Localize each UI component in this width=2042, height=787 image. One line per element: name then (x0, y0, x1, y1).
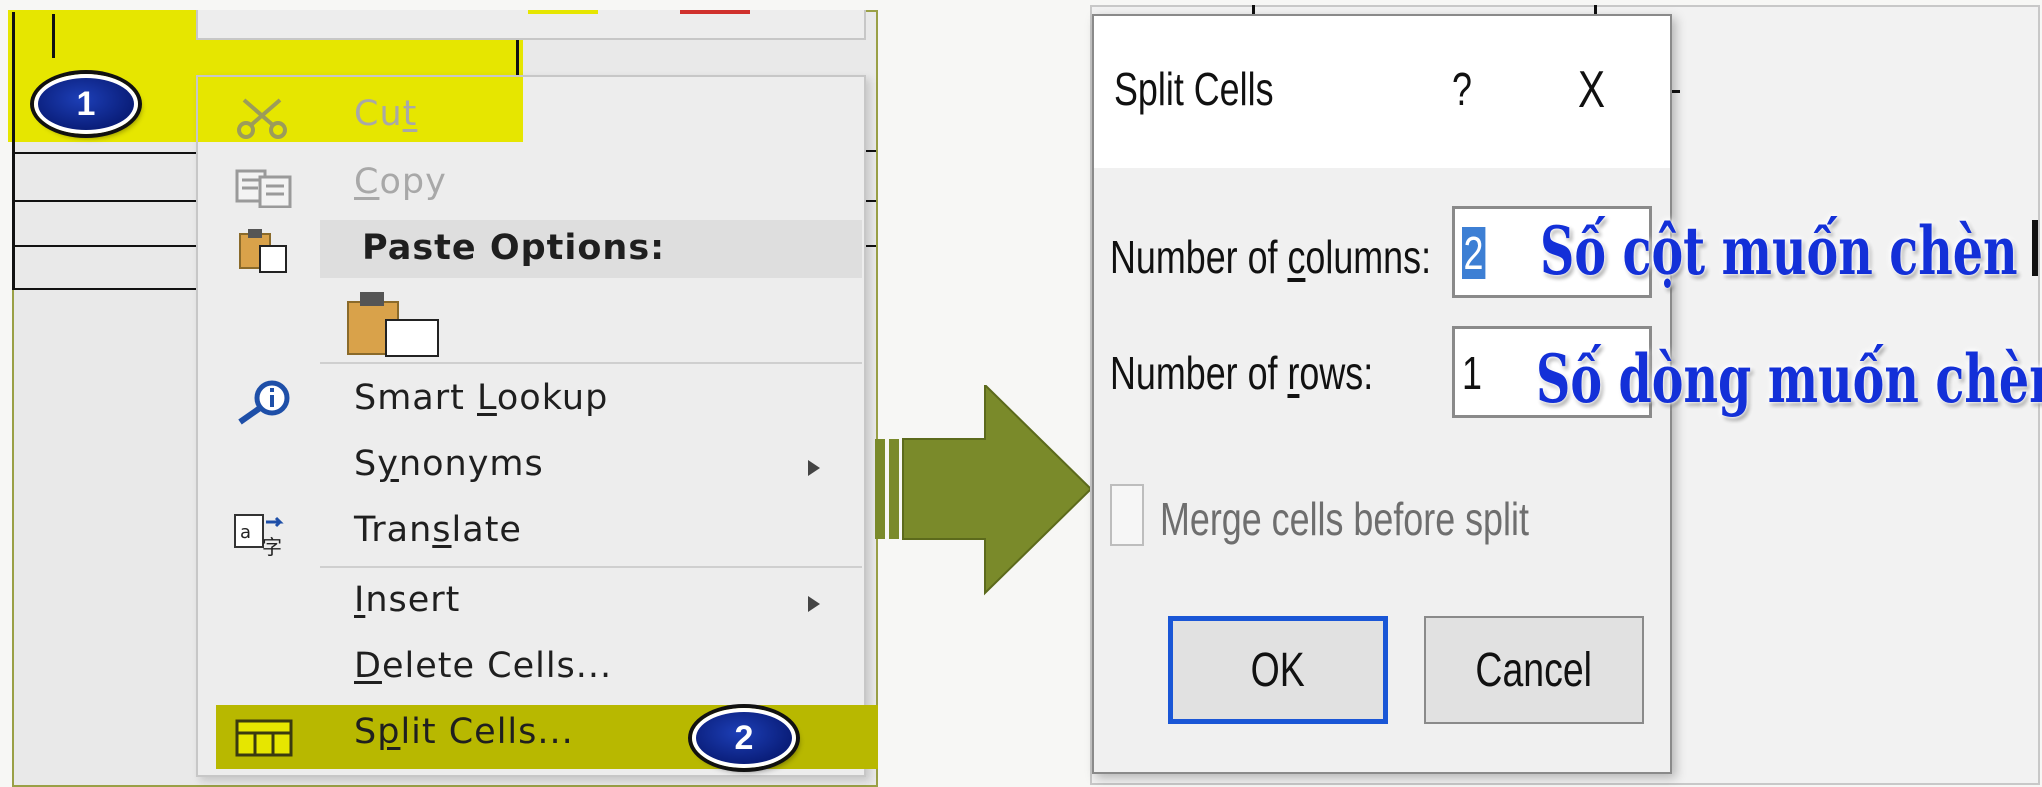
menu-item-label: Translate (354, 510, 522, 550)
menu-item-label: Copy (354, 162, 447, 202)
ribbon-edge (196, 10, 866, 40)
menu-item-label: Paste Options: (362, 228, 666, 268)
columns-value[interactable]: 2 (1462, 226, 1486, 280)
split-cells-icon (235, 719, 293, 757)
menu-item-synonyms[interactable]: Synonyms (230, 440, 860, 496)
table-row-line (12, 245, 200, 247)
menu-separator (320, 566, 862, 568)
annotation-rows: Số dòng muốn chèn (1536, 340, 2042, 418)
text-cursor (52, 14, 55, 58)
table-row-line (12, 288, 200, 290)
submenu-arrow-icon (808, 460, 820, 476)
menu-item-copy[interactable]: Copy (230, 160, 860, 212)
menu-item-cut[interactable]: Cut (230, 92, 860, 144)
smart-lookup-icon (238, 380, 290, 425)
annotation-columns: Số cột muốn chèn (1540, 212, 2018, 290)
menu-item-paste-options: Paste Options: (230, 222, 860, 278)
menu-item-label: Split Cells... (354, 712, 574, 752)
menu-item-label: Delete Cells... (354, 646, 613, 686)
ok-button-label: OK (1250, 643, 1306, 697)
menu-item-label: Synonyms (354, 444, 544, 484)
menu-item-smart-lookup[interactable]: Smart Lookup (230, 374, 860, 430)
copy-icon (235, 169, 292, 208)
close-button[interactable]: X (1578, 60, 1605, 120)
merge-cells-checkbox[interactable] (1110, 484, 1144, 546)
merge-cells-label: Merge cells before split (1160, 493, 1529, 545)
menu-item-translate[interactable]: a 字 Translate (230, 506, 860, 562)
submenu-arrow-icon (808, 596, 820, 612)
right-arrow-icon (875, 385, 1093, 596)
step-badge-1: 1 (34, 74, 138, 134)
dialog-title: Split Cells (1114, 63, 1274, 115)
step-badge-2: 2 (692, 708, 796, 768)
ribbon-mark-yellow (528, 10, 598, 14)
menu-item-insert[interactable]: Insert (230, 576, 860, 632)
table-row-line (12, 152, 200, 154)
table-border-left (12, 12, 15, 290)
menu-item-delete-cells[interactable]: Delete Cells... (230, 642, 860, 698)
cancel-button[interactable]: Cancel (1424, 616, 1644, 724)
rows-label: Number of rows: (1110, 347, 1374, 399)
menu-separator (320, 362, 862, 364)
columns-label: Number of columns: (1110, 231, 1432, 283)
paste-keep-icon[interactable] (346, 288, 442, 358)
paste-icon (239, 229, 287, 273)
translate-icon: a 字 (234, 514, 284, 558)
cancel-button-label: Cancel (1475, 643, 1593, 697)
ok-button[interactable]: OK (1168, 616, 1388, 724)
rows-value[interactable]: 1 (1462, 346, 1482, 400)
menu-item-label: Cut (354, 94, 418, 134)
table-row-line (12, 200, 200, 202)
svg-text:字: 字 (262, 535, 282, 558)
menu-item-label: Insert (354, 580, 461, 620)
table-border-line (2032, 220, 2038, 276)
menu-item-label: Smart Lookup (354, 378, 609, 418)
scissors-icon (237, 98, 287, 139)
svg-text:a: a (240, 522, 251, 543)
help-button[interactable]: ? (1452, 62, 1472, 116)
ribbon-mark-red (680, 10, 750, 14)
